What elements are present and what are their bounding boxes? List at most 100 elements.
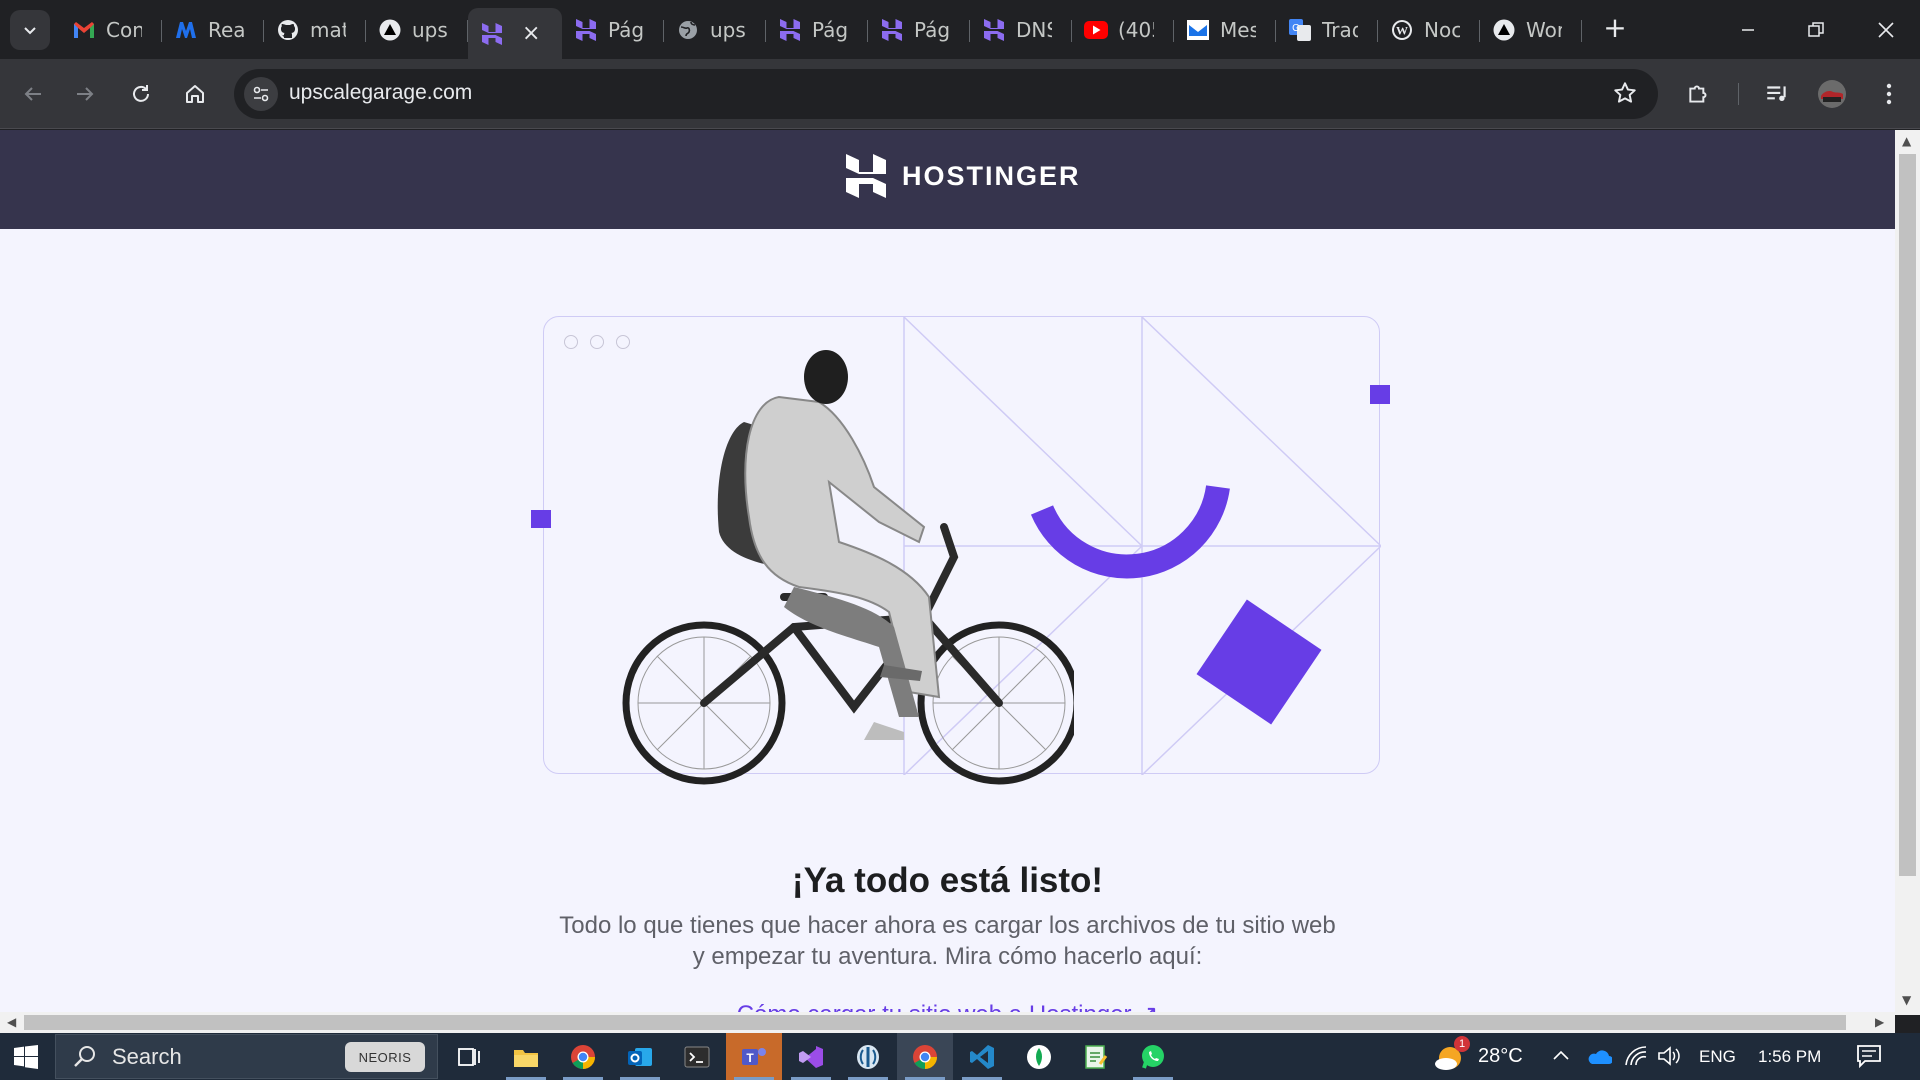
taskbar-ssms[interactable] — [840, 1033, 896, 1080]
neoris-badge: NEORIS — [345, 1042, 425, 1072]
hostinger-icon — [778, 18, 802, 42]
browser-tab[interactable]: Pág — [766, 8, 868, 52]
minimize-icon — [1742, 29, 1754, 31]
browser-tab[interactable]: W Noc — [1378, 8, 1480, 52]
url-text[interactable]: upscalegarage.com — [289, 81, 472, 105]
network-button[interactable] — [1624, 1045, 1648, 1071]
browser-tab[interactable]: Wor — [1480, 8, 1582, 52]
browser-tab[interactable]: Pág — [868, 8, 970, 52]
forward-button[interactable] — [66, 75, 104, 113]
browser-tab[interactable]: mat — [264, 8, 366, 52]
scroll-down-arrow-icon[interactable]: ▼ — [1902, 993, 1911, 1007]
notification-center-button[interactable] — [1856, 1044, 1882, 1072]
address-bar[interactable]: upscalegarage.com — [234, 69, 1658, 119]
restore-button[interactable] — [1796, 10, 1836, 50]
windows-taskbar: Search NEORIS T 1 28°C ENG 1:56 PM — [0, 1033, 1920, 1080]
scroll-left-arrow-icon[interactable]: ◀ — [7, 1015, 16, 1029]
tab-title: Con — [106, 18, 142, 42]
database-tool-icon — [857, 1044, 879, 1069]
scroll-up-arrow-icon[interactable]: ▲ — [1902, 134, 1911, 148]
github-icon — [276, 18, 300, 42]
mongodb-leaf-icon — [1027, 1044, 1051, 1069]
toolbar-divider — [1738, 83, 1739, 105]
weather-widget[interactable]: 1 28°C — [1432, 1033, 1532, 1080]
windows-logo-icon — [14, 1045, 38, 1069]
taskbar-vscode[interactable] — [954, 1033, 1010, 1080]
accent-square-right — [1370, 385, 1390, 404]
taskbar-outlook[interactable] — [612, 1033, 668, 1080]
show-hidden-icons-button[interactable] — [1552, 1047, 1570, 1066]
notepad-icon — [1085, 1044, 1108, 1069]
taskbar-notepad[interactable] — [1068, 1033, 1124, 1080]
taskbar-chrome[interactable] — [555, 1033, 611, 1080]
star-icon — [1614, 82, 1636, 103]
browser-toolbar: upscalegarage.com — [0, 59, 1920, 129]
taskbar-chrome-active[interactable] — [897, 1033, 953, 1080]
input-language[interactable]: ENG — [1699, 1047, 1736, 1067]
profile-avatar[interactable] — [1813, 75, 1851, 113]
hostinger-logo[interactable]: HOSTINGER — [846, 154, 1081, 198]
hostinger-icon — [880, 18, 904, 42]
tab-title: DNS — [1016, 18, 1052, 42]
more-vert-icon — [1886, 83, 1892, 105]
tab-search-button[interactable] — [10, 10, 50, 50]
taskbar-search[interactable]: Search NEORIS — [55, 1034, 438, 1079]
media-control-button[interactable] — [1758, 75, 1796, 113]
horizontal-scroll-thumb[interactable] — [24, 1015, 1846, 1030]
chrome-menu-button[interactable] — [1870, 75, 1908, 113]
browser-tab[interactable]: ups — [664, 8, 766, 52]
message-icon — [1186, 18, 1210, 42]
home-button[interactable] — [176, 75, 214, 113]
new-tab-button[interactable]: + — [1600, 14, 1630, 44]
puzzle-icon — [1689, 85, 1707, 103]
tab-title: ups — [710, 18, 746, 42]
browser-tab[interactable]: Rea — [162, 8, 264, 52]
browser-tab[interactable]: ups — [366, 8, 468, 52]
cyclist-illustration — [622, 350, 1074, 785]
start-button[interactable] — [14, 1045, 38, 1073]
browser-tab[interactable]: (405 — [1072, 8, 1174, 52]
vscode-icon — [970, 1044, 994, 1069]
horizontal-scrollbar[interactable]: ◀ ▶ — [0, 1012, 1895, 1033]
taskbar-mongodb-compass[interactable] — [1011, 1033, 1067, 1080]
hostinger-icon — [480, 22, 504, 46]
taskbar-terminal[interactable] — [669, 1033, 725, 1080]
scroll-right-arrow-icon[interactable]: ▶ — [1875, 1015, 1884, 1029]
m-logo-icon — [174, 18, 198, 42]
extensions-button[interactable] — [1680, 75, 1718, 113]
taskbar-teams[interactable]: T — [726, 1033, 782, 1080]
hostinger-icon — [982, 18, 1006, 42]
volume-button[interactable] — [1657, 1045, 1681, 1071]
tune-icon — [253, 86, 269, 102]
task-view-button[interactable] — [440, 1033, 496, 1080]
chrome-icon — [571, 1044, 595, 1069]
back-button[interactable] — [14, 75, 52, 113]
bookmark-star-button[interactable] — [1612, 80, 1638, 110]
reload-button[interactable] — [122, 75, 160, 113]
browser-tab[interactable]: Mes — [1174, 8, 1276, 52]
browser-tab[interactable]: Con — [60, 8, 162, 52]
task-view-icon — [458, 1047, 480, 1066]
vertical-scroll-thumb[interactable] — [1899, 154, 1916, 876]
brand-name: HOSTINGER — [902, 160, 1081, 191]
hostinger-header: HOSTINGER — [0, 130, 1895, 229]
system-clock[interactable]: 1:56 PM — [1758, 1047, 1821, 1067]
onedrive-button[interactable] — [1586, 1046, 1613, 1070]
visual-studio-icon — [799, 1045, 823, 1068]
browser-tab[interactable]: × — [468, 8, 562, 59]
taskbar-visual-studio[interactable] — [783, 1033, 839, 1080]
browser-tab[interactable]: G Trad — [1276, 8, 1378, 52]
chevron-down-icon — [24, 27, 36, 35]
tab-title: ups — [412, 18, 448, 42]
taskbar-file-explorer[interactable] — [498, 1033, 554, 1080]
minimize-button[interactable] — [1728, 10, 1768, 50]
restore-icon — [1808, 22, 1824, 37]
browser-tab[interactable]: Pág — [562, 8, 664, 52]
search-text: Search — [112, 1043, 182, 1069]
close-tab-icon[interactable]: × — [522, 21, 540, 46]
site-info-button[interactable] — [244, 77, 278, 111]
browser-tab[interactable]: DNS — [970, 8, 1072, 52]
close-window-button[interactable] — [1866, 10, 1906, 50]
vertical-scrollbar[interactable]: ▲ ▼ — [1895, 130, 1920, 1015]
taskbar-whatsapp[interactable] — [1125, 1033, 1181, 1080]
